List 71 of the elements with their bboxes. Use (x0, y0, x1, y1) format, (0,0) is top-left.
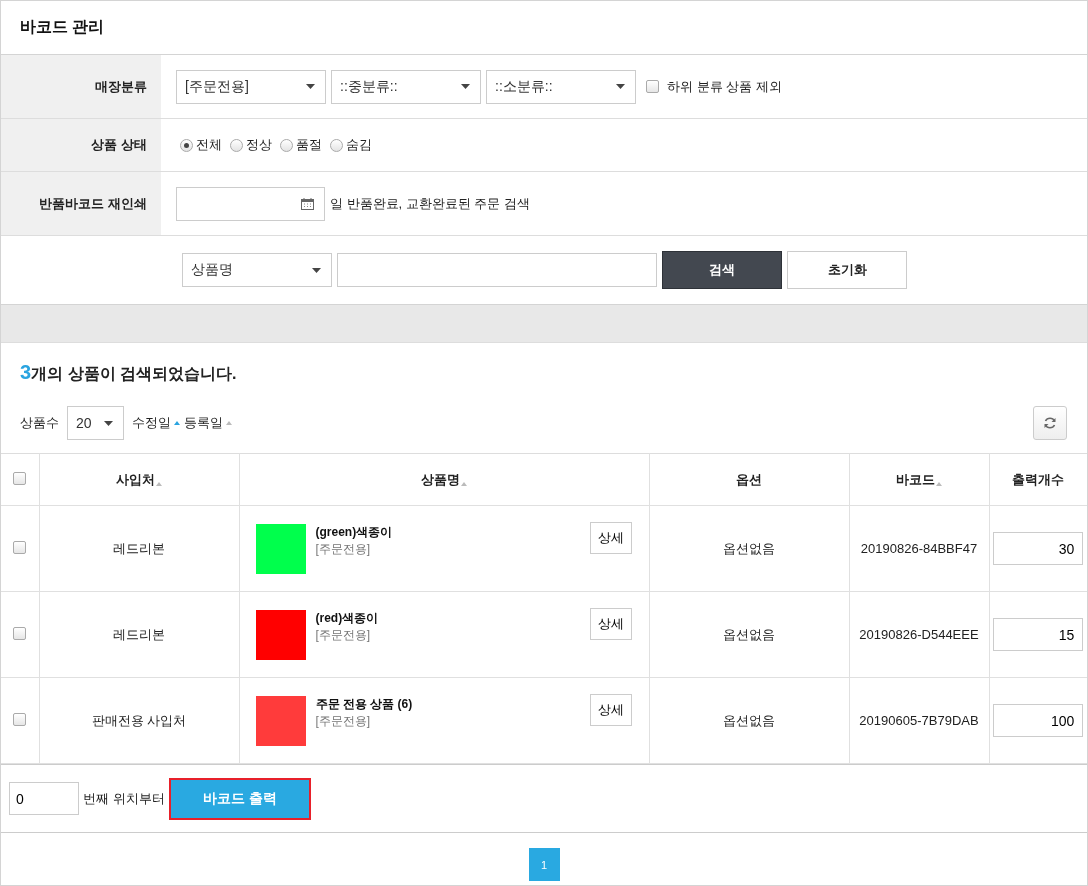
date-field[interactable] (176, 186, 325, 221)
refresh-icon (1043, 416, 1057, 430)
radio-label[interactable]: 정상 (246, 136, 272, 154)
detail-button[interactable]: 상세 (589, 521, 632, 554)
search-field[interactable] (337, 253, 657, 287)
product-category: [주문전용] (315, 540, 371, 558)
dropdown[interactable]: 20 (67, 406, 124, 440)
quantity-field[interactable]: 15 (993, 618, 1084, 651)
radio-label[interactable]: 전체 (196, 136, 222, 154)
column-header[interactable]: 상품명 (421, 470, 467, 489)
result-count: 3 (20, 361, 32, 384)
table-cell: 레드리본 (113, 626, 165, 642)
detail-button[interactable]: 상세 (589, 607, 632, 640)
field-label: 매장분류 (1, 55, 161, 118)
product-category: [주문전용] (315, 712, 371, 730)
product-name: (green)색종이 (315, 523, 393, 541)
search-button[interactable]: 검색 (662, 251, 782, 289)
sort-link[interactable]: 등록일 (184, 414, 232, 432)
position-field[interactable]: 0 (9, 782, 79, 815)
field-label: 반품바코드 재인쇄 (1, 172, 161, 235)
table-cell: 옵션없음 (723, 626, 775, 642)
column-header[interactable]: 사입처 (116, 470, 162, 489)
dropdown[interactable]: [주문전용] (176, 69, 326, 104)
column-header: 출력개수 (1012, 470, 1065, 489)
radio-button[interactable] (280, 138, 293, 152)
column-header[interactable]: 바코드 (896, 470, 942, 489)
reset-button[interactable]: 초기화 (787, 251, 907, 289)
detail-button[interactable]: 상세 (589, 693, 632, 726)
table-cell: 판매전용 사입처 (91, 712, 187, 728)
sort-arrow-icon (936, 481, 942, 486)
dropdown[interactable]: ::중분류:: (331, 69, 481, 104)
column-header: 옵션 (736, 470, 762, 489)
dropdown[interactable]: 상품명 (182, 253, 332, 287)
radio-button[interactable] (230, 138, 243, 152)
checkbox[interactable] (13, 712, 27, 726)
caret-icon (312, 267, 321, 273)
sort-link[interactable]: 수정일 (132, 414, 180, 432)
product-category: [주문전용] (315, 626, 371, 644)
radio-label[interactable]: 숨김 (346, 136, 372, 154)
result-text: 개의 상품이 검색되었습니다. (31, 364, 237, 384)
checkbox-label[interactable]: 하위 분류 상품 제외 (667, 77, 782, 96)
checkbox[interactable] (646, 80, 659, 93)
field-label: 상품 상태 (1, 119, 161, 171)
checkbox[interactable] (13, 471, 27, 485)
sort-arrow-icon (156, 481, 162, 486)
quantity-field[interactable]: 100 (993, 704, 1084, 737)
per-page-label: 상품수 (20, 414, 59, 432)
refresh-button[interactable] (1033, 406, 1067, 440)
caret-icon (104, 420, 113, 426)
position-label: 번째 위치부터 (83, 789, 165, 808)
table-cell: 옵션없음 (723, 540, 775, 556)
table-cell: 20190826-84BBF47 (860, 541, 978, 556)
product-name: (red)색종이 (315, 609, 379, 627)
radio-button[interactable] (330, 138, 343, 152)
table-cell: 옵션없음 (723, 712, 775, 728)
calendar-icon (301, 197, 314, 210)
caret-icon (306, 84, 315, 89)
sort-arrow-icon (461, 481, 467, 486)
product-name: 주문 전용 상품 (6) (315, 695, 413, 713)
quantity-field[interactable]: 30 (993, 532, 1084, 565)
radio-button[interactable] (180, 138, 193, 152)
table-cell: 20190605-7B79DAB (859, 713, 979, 728)
checkbox[interactable] (13, 540, 27, 554)
table-cell: 20190826-D544EEE (859, 627, 979, 642)
radio-label[interactable]: 품절 (296, 136, 322, 154)
caret-icon (616, 84, 625, 89)
caret-icon (461, 84, 470, 89)
dropdown[interactable]: ::소분류:: (486, 69, 636, 104)
helper-text: 일 반품완료, 교환완료된 주문 검색 (330, 194, 531, 213)
checkbox[interactable] (13, 626, 27, 640)
table-cell: 레드리본 (113, 540, 165, 556)
